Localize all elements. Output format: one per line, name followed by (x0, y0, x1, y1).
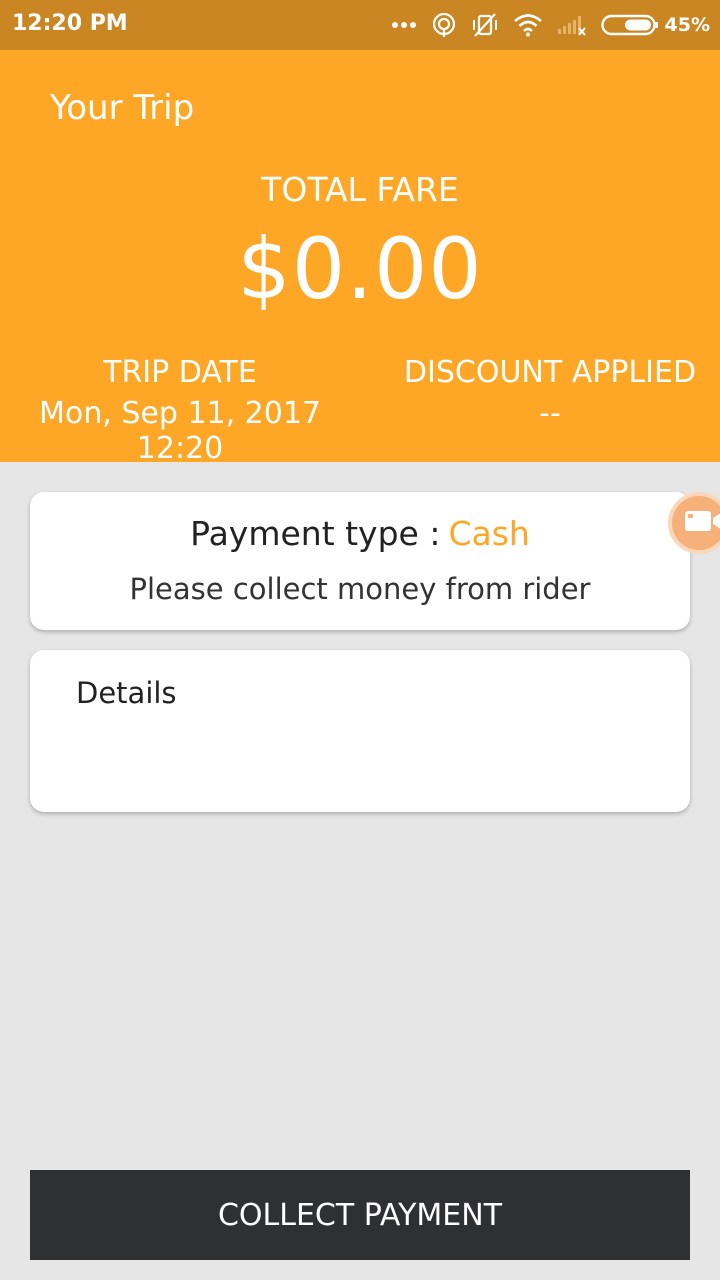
signal-icon (557, 14, 587, 36)
payment-type-value: Cash (448, 514, 530, 553)
payment-card: Payment type : Cash Please collect money … (30, 492, 690, 630)
status-bar: 12:20 PM 45% (0, 0, 720, 50)
status-icons: 45% (377, 10, 710, 40)
page-title: Your Trip (50, 88, 195, 128)
details-title: Details (76, 676, 177, 710)
wifi-icon (513, 13, 543, 37)
discount-label: DISCOUNT APPLIED (403, 355, 697, 390)
collect-payment-button[interactable]: COLLECT PAYMENT (30, 1170, 690, 1260)
details-card: Details (30, 650, 690, 812)
total-fare-amount: $0.00 (237, 220, 483, 318)
battery-icon (600, 14, 659, 36)
payment-type-label: Payment type : (190, 514, 441, 553)
trip-date-label: TRIP DATE (103, 355, 257, 390)
vibrate-off-icon (471, 12, 499, 38)
trip-date-value: Mon, Sep 11, 2017 12:20 (39, 396, 321, 466)
payment-note: Please collect money from rider (129, 572, 591, 606)
trip-header: Your Trip TOTAL FARE $0.00 TRIP DATE Mon… (0, 50, 720, 466)
status-time: 12:20 PM (12, 11, 128, 36)
discount-value: -- (539, 396, 561, 431)
payment-type-line: Payment type : Cash (30, 514, 690, 553)
hotspot-icon (431, 12, 457, 38)
video-camera-icon (684, 508, 720, 539)
total-fare-label: TOTAL FARE (261, 170, 459, 209)
discount-column: DISCOUNT APPLIED -- (370, 355, 720, 431)
more-dots-icon (391, 21, 417, 29)
battery-percent: 45% (664, 14, 710, 36)
trip-date-column: TRIP DATE Mon, Sep 11, 2017 12:20 (0, 355, 360, 466)
